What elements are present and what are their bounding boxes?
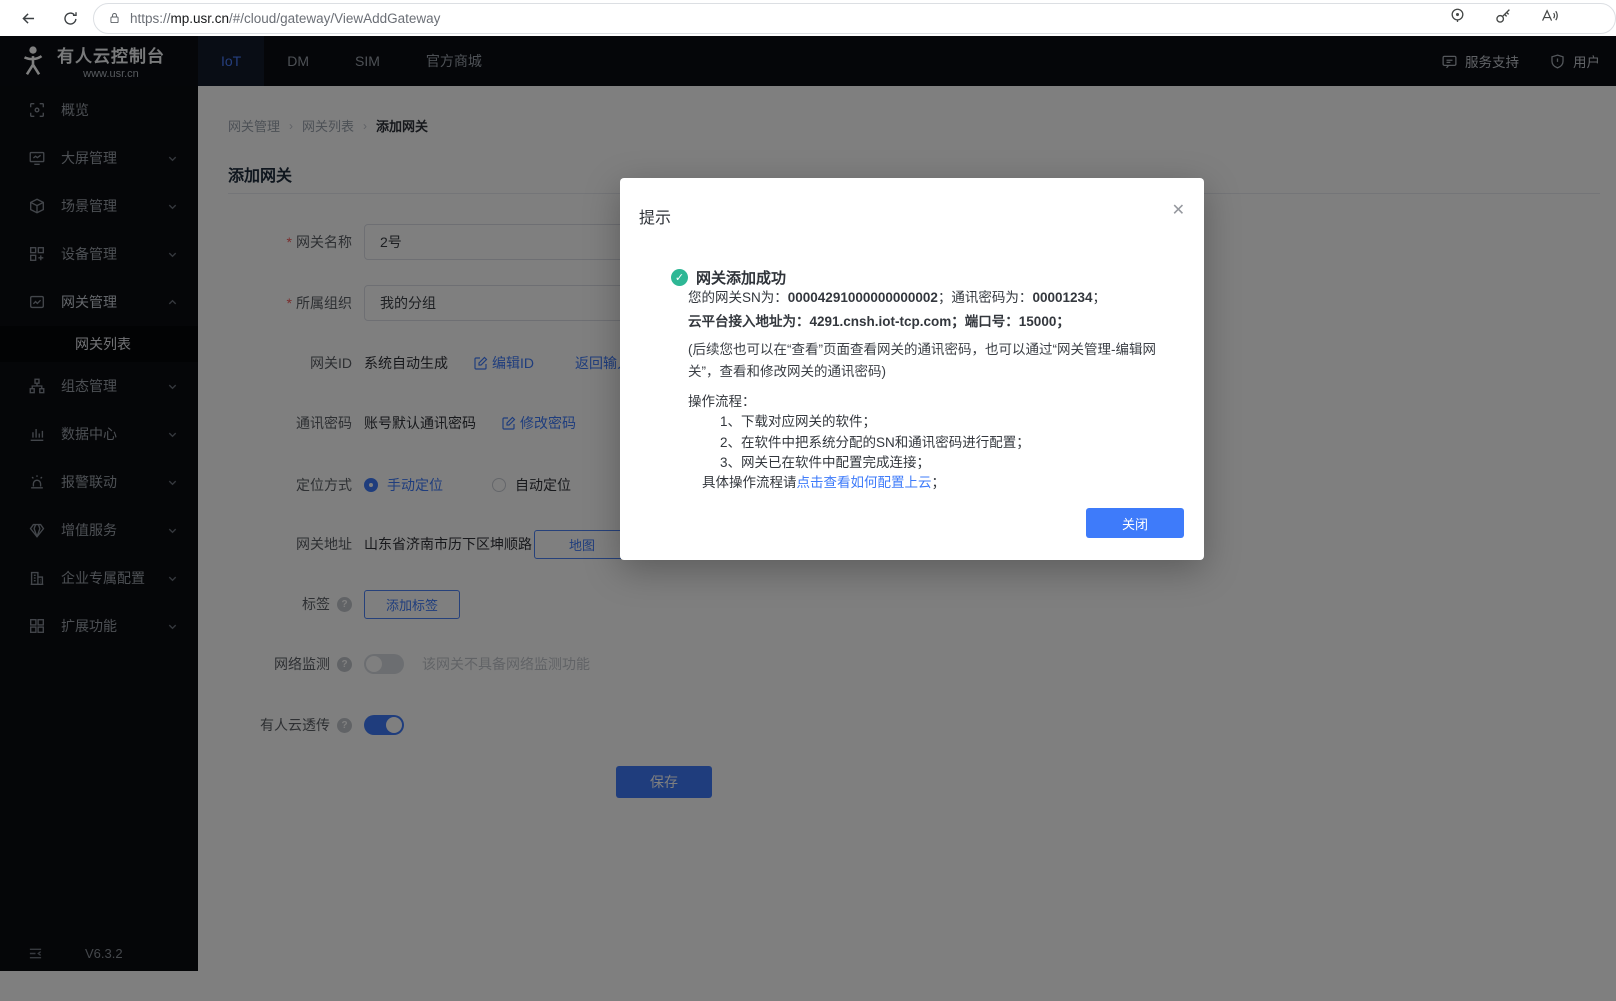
- tip-dialog: 提示 ✕ ✓ 网关添加成功 您的网关SN为：000042910000000000…: [620, 178, 1204, 560]
- sn-line: 您的网关SN为：00004291000000000002；通讯密码为：00001…: [688, 288, 1188, 307]
- how-to-configure-link[interactable]: 点击查看如何配置上云: [797, 475, 932, 490]
- step-2: 2、在软件中把系统分配的SN和通讯密码进行配置；: [720, 433, 1188, 453]
- browser-bar: https://mp.usr.cn/#/cloud/gateway/ViewAd…: [0, 0, 1616, 36]
- steps-title: 操作流程：: [688, 392, 1188, 411]
- dialog-body: 您的网关SN为：00004291000000000002；通讯密码为：00001…: [688, 288, 1188, 492]
- success-heading: 网关添加成功: [696, 267, 786, 288]
- refresh-icon[interactable]: [53, 3, 86, 33]
- close-icon[interactable]: ✕: [1172, 203, 1185, 219]
- dialog-title: 提示: [639, 204, 671, 228]
- lock-icon: [108, 11, 121, 25]
- read-aloud-icon[interactable]: [1540, 6, 1559, 30]
- location-permission-icon[interactable]: [1448, 6, 1467, 30]
- address-bar[interactable]: https://mp.usr.cn/#/cloud/gateway/ViewAd…: [93, 3, 1616, 34]
- url-text: https://mp.usr.cn/#/cloud/gateway/ViewAd…: [130, 11, 440, 26]
- cloud-address-line: 云平台接入地址为：4291.cnsh.iot-tcp.com；端口号：15000…: [688, 312, 1188, 331]
- comm-password-value: 00001234: [1032, 290, 1092, 305]
- step-1: 1、下载对应网关的软件；: [720, 412, 1188, 432]
- guide-line: 具体操作流程请点击查看如何配置上云；: [702, 473, 1188, 493]
- close-button[interactable]: 关闭: [1086, 508, 1184, 538]
- note-text: (后续您也可以在“查看”页面查看网关的通讯密码，也可以通过“网关管理-编辑网关”…: [688, 339, 1186, 382]
- step-3: 3、网关已在软件中配置完成连接；: [720, 453, 1188, 473]
- success-check-icon: ✓: [671, 269, 688, 286]
- gateway-sn-value: 00004291000000000002: [788, 290, 938, 305]
- password-key-icon[interactable]: [1494, 6, 1513, 30]
- back-icon[interactable]: [12, 3, 45, 33]
